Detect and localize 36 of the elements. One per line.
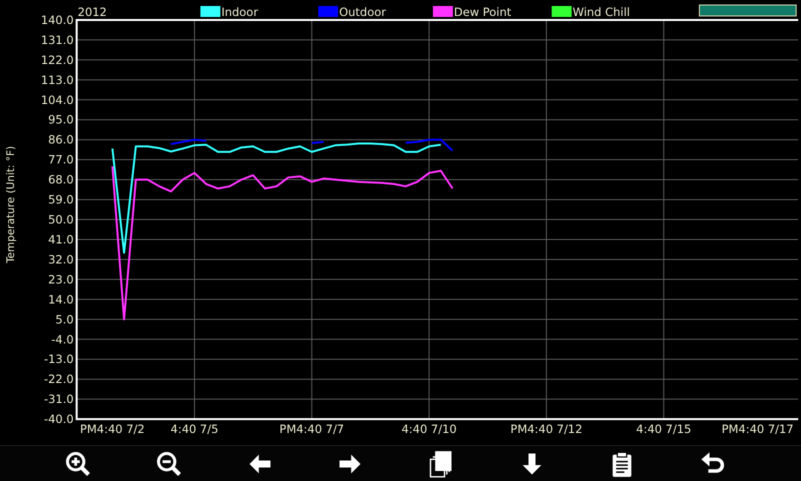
y-tick-label: 68.0	[48, 172, 74, 187]
y-tick-label: 86.0	[48, 132, 74, 147]
y-tick-label: 77.0	[48, 152, 74, 167]
zoom-in-icon	[64, 450, 92, 478]
y-tick-label: 95.0	[48, 112, 74, 127]
y-tick-label: -22.0	[44, 372, 74, 386]
chart-title: 2012	[78, 4, 107, 19]
y-tick-label: 131.0	[40, 32, 74, 47]
y-tick-label: 122.0	[40, 52, 74, 67]
y-tick-label: 140.0	[40, 12, 74, 27]
x-tick-label: PM4:40 7/7	[279, 422, 344, 436]
zoom-out-icon	[155, 450, 184, 478]
y-tick-label: 32.0	[48, 252, 74, 266]
x-tick-label: 4:40 7/5	[170, 422, 218, 436]
y-tick-label: 5.0	[55, 312, 74, 326]
y-tick-label: -13.0	[44, 352, 74, 366]
y-tick-label: -40.0	[44, 412, 74, 426]
y-tick-label: 50.0	[48, 212, 74, 227]
x-tick-label: 4:40 7/15	[636, 422, 692, 436]
legend-label: Dew Point	[454, 4, 512, 19]
y-tick-label: 113.0	[40, 72, 74, 87]
y-axis-title: Temperature (Unit: °F)	[4, 146, 17, 264]
legend-label: Indoor	[221, 4, 258, 19]
y-tick-label: 23.0	[48, 272, 74, 286]
y-tick-label: -31.0	[44, 392, 74, 406]
x-tick-label: PM4:40 7/12	[510, 422, 582, 436]
y-tick-label: 59.0	[48, 192, 74, 207]
legend-label: Outdoor	[339, 4, 386, 19]
x-tick-label: PM4:40 7/17	[722, 422, 794, 436]
y-tick-label: 41.0	[48, 232, 74, 246]
y-tick-label: 104.0	[40, 92, 74, 107]
legend-label: Wind Chill	[572, 4, 630, 19]
y-tick-label: -4.0	[51, 332, 74, 346]
x-tick-label: PM4:40 7/2	[80, 422, 145, 436]
x-tick-label: 4:40 7/10	[402, 422, 457, 436]
y-tick-label: 14.0	[48, 292, 74, 306]
